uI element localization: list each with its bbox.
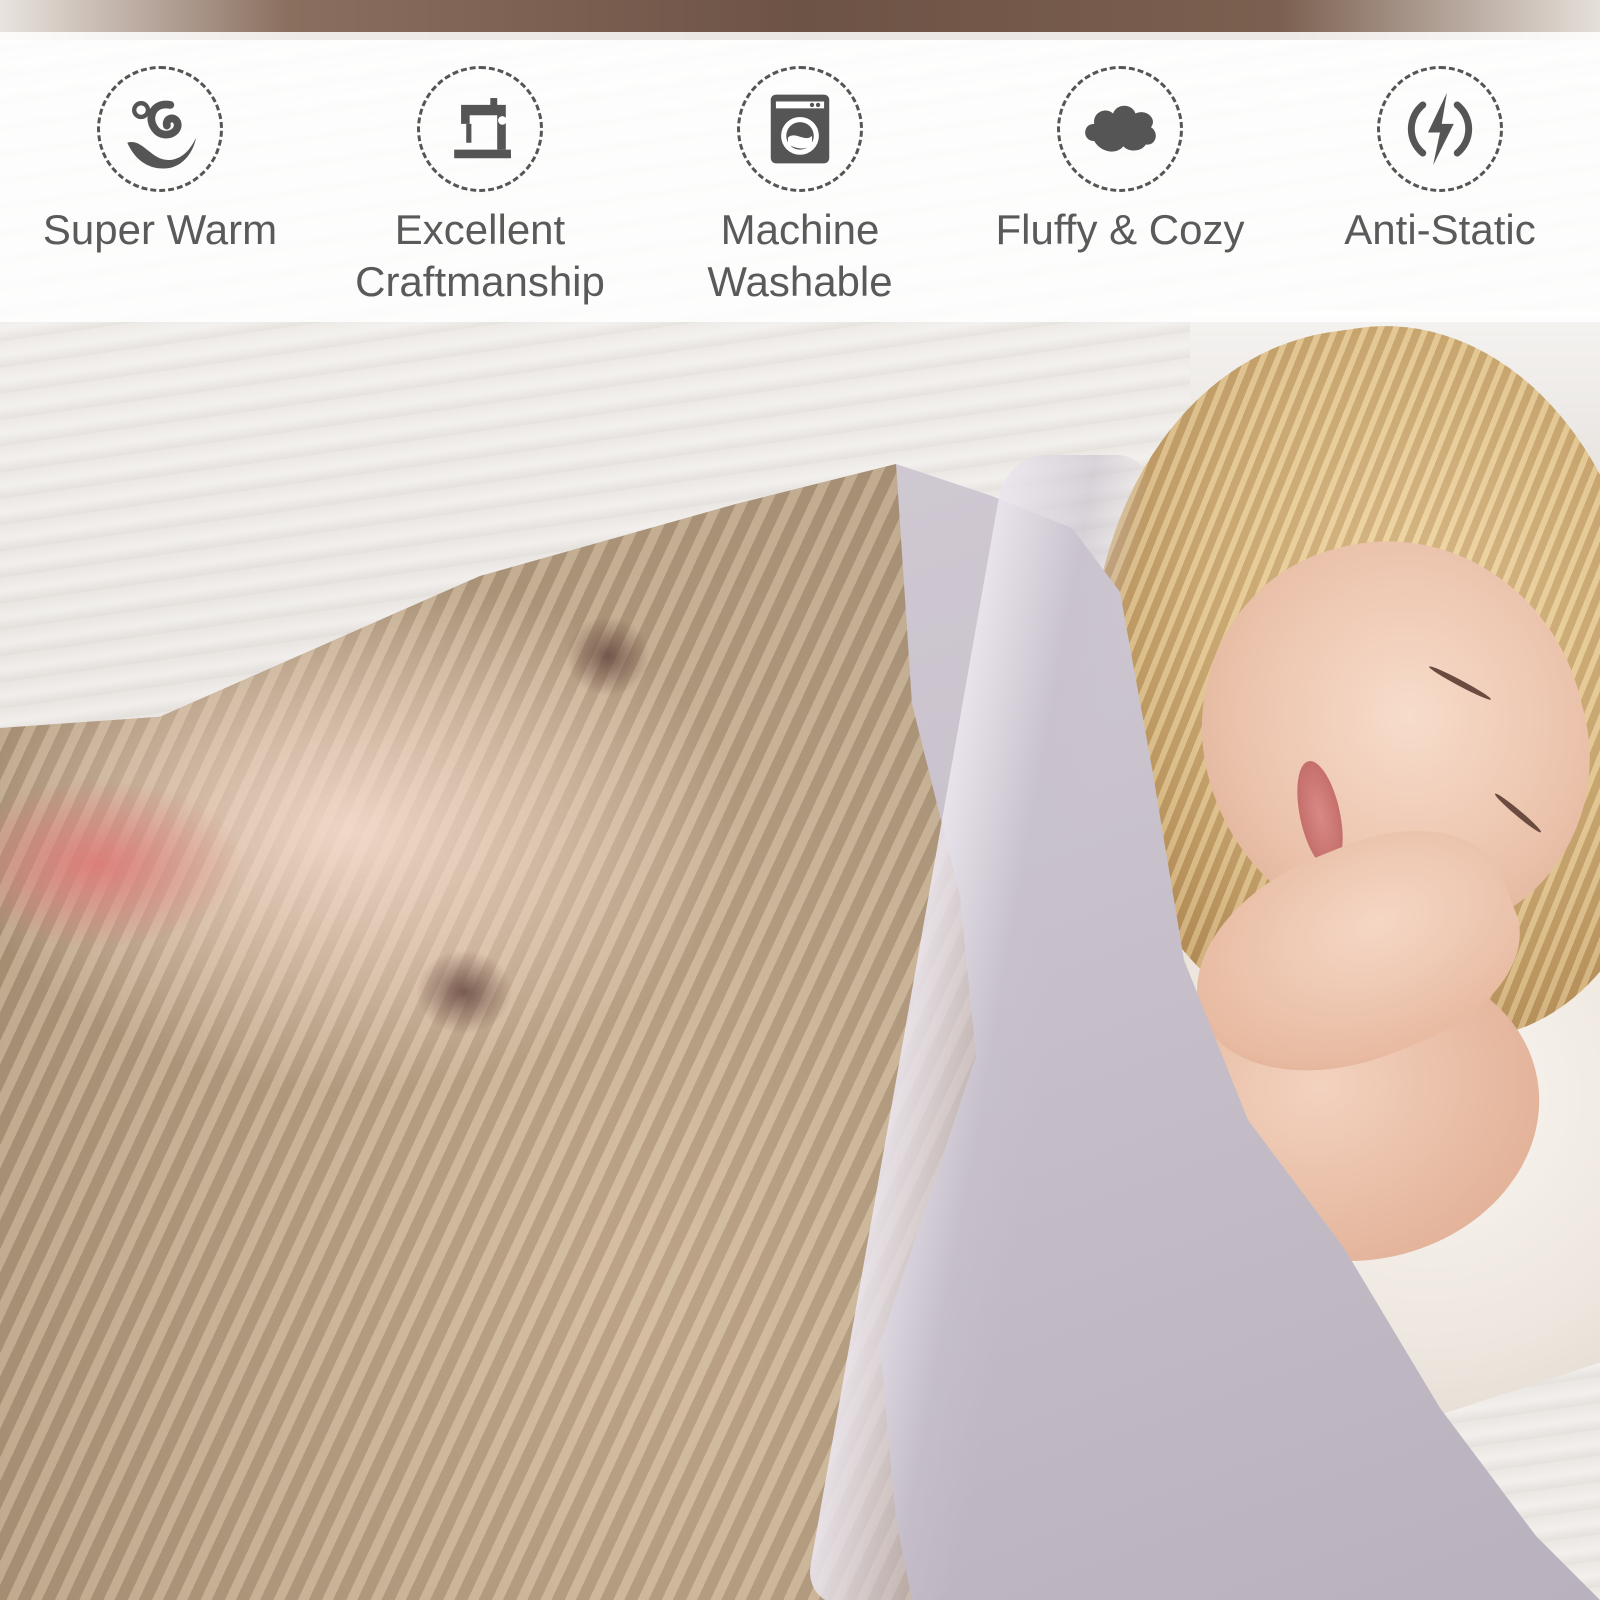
feature-label: Anti-Static	[1344, 206, 1536, 253]
lightning-bolt-icon	[1377, 66, 1503, 192]
cloud-icon	[1057, 66, 1183, 192]
feature-super-warm: Super Warm	[10, 32, 310, 256]
feature-label: Excellent Craftmanship	[355, 206, 605, 305]
feature-anti-static: Anti-Static	[1290, 32, 1590, 256]
feature-machine-washable: Machine Washable	[650, 32, 950, 308]
feature-label: Fluffy & Cozy	[995, 206, 1245, 253]
feature-banner: Super Warm Excellent Craftmanship Machin…	[0, 32, 1600, 322]
warmth-swirl-icon	[97, 66, 223, 192]
product-photo: Super Warm Excellent Craftmanship Machin…	[0, 0, 1600, 1600]
washing-machine-icon	[737, 66, 863, 192]
feature-fluffy-cozy: Fluffy & Cozy	[970, 32, 1270, 256]
sewing-machine-icon	[417, 66, 543, 192]
feature-excellent-craftmanship: Excellent Craftmanship	[330, 32, 630, 308]
feature-label: Super Warm	[42, 206, 278, 253]
feature-label: Machine Washable	[707, 206, 893, 305]
